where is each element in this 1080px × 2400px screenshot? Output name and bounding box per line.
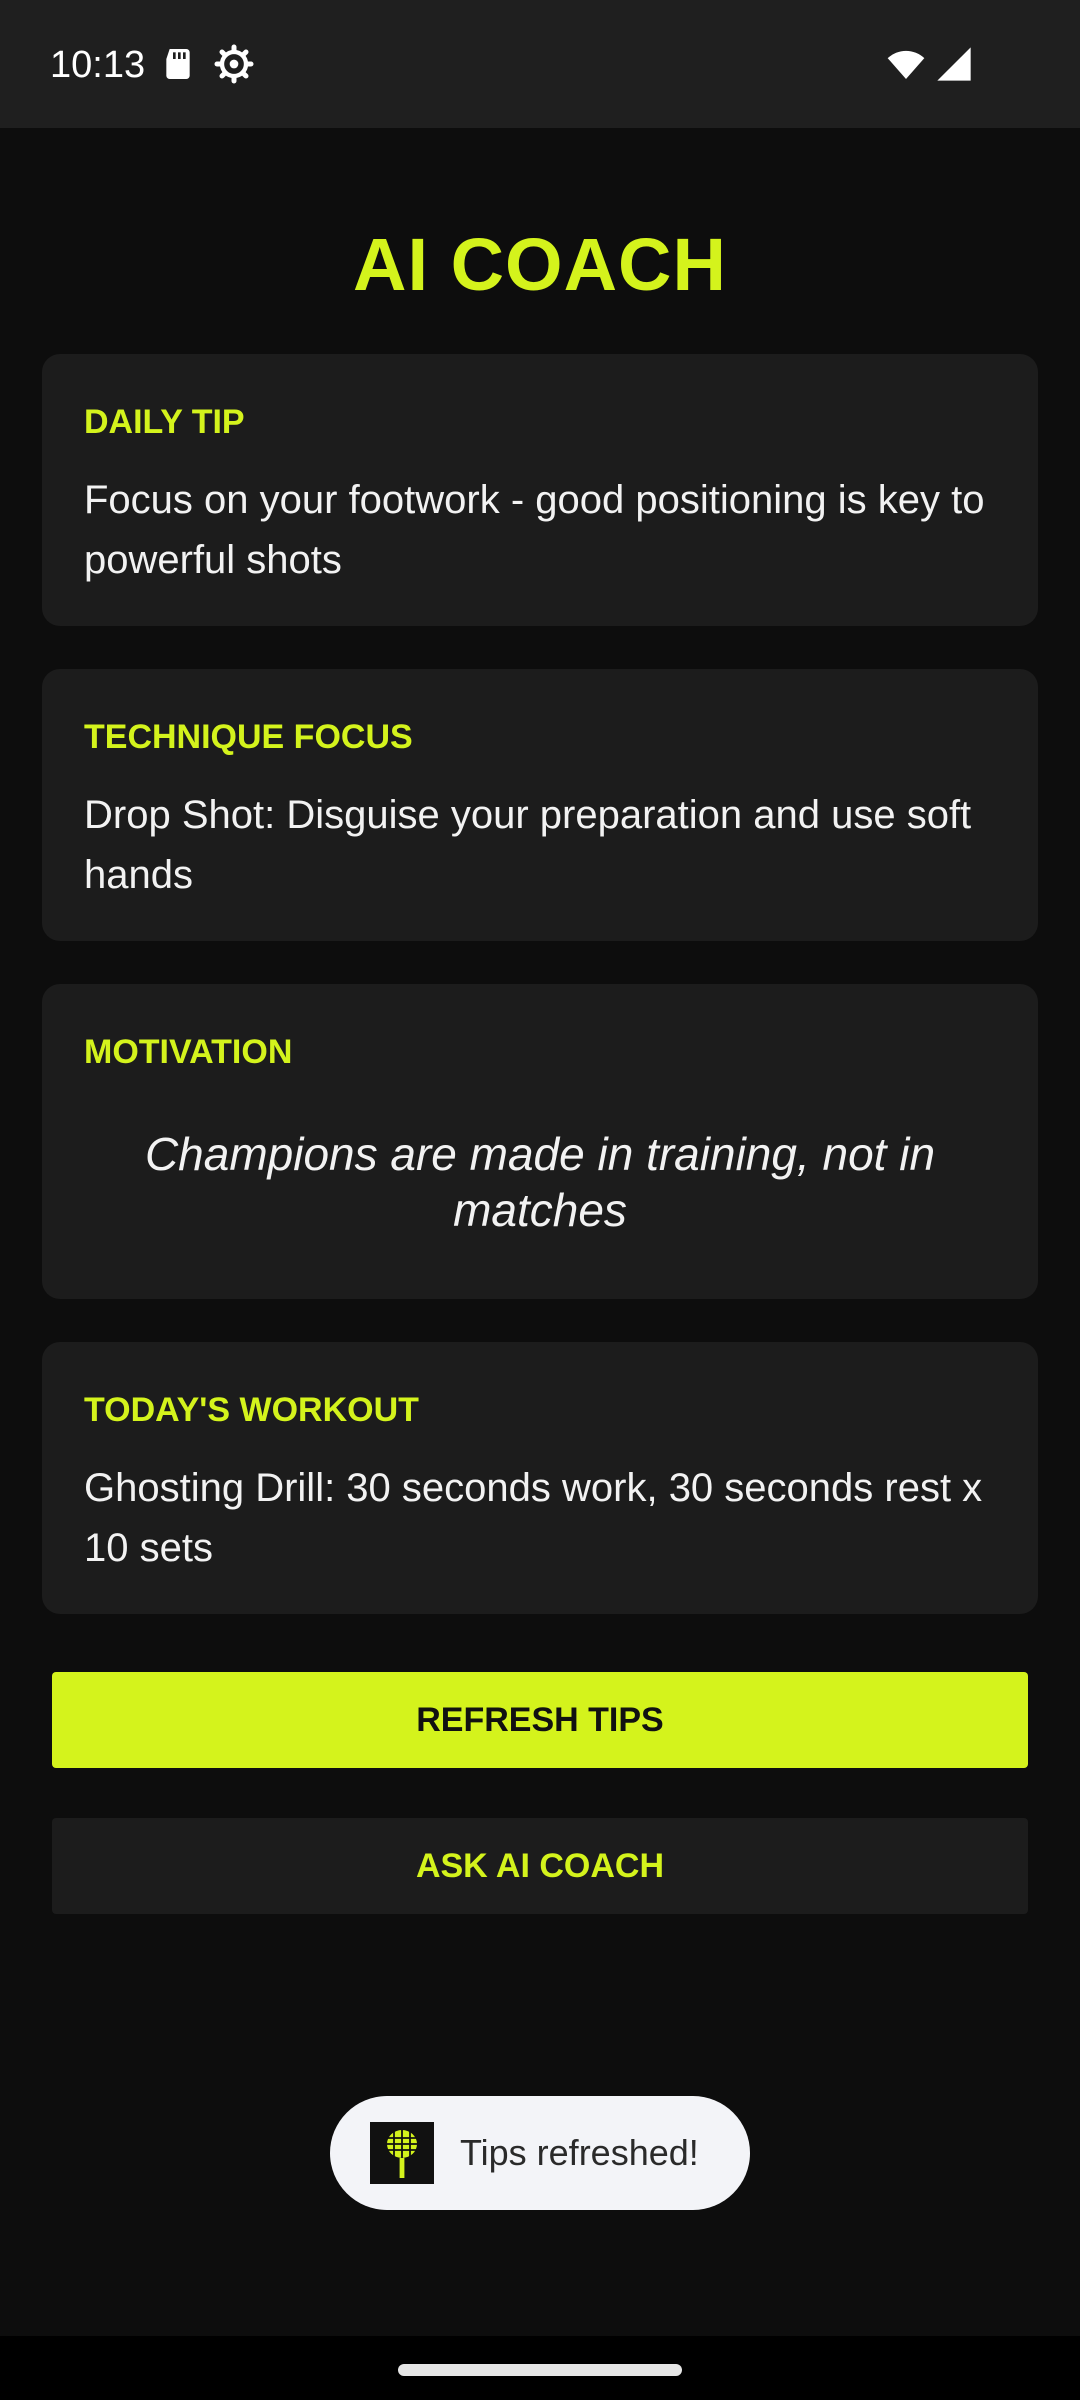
- technique-focus-heading: TECHNIQUE FOCUS: [84, 718, 413, 756]
- daily-tip-card: DAILY TIP Focus on your footwork - good …: [42, 354, 1038, 626]
- status-time: 10:13: [50, 44, 146, 86]
- home-gesture-handle[interactable]: [398, 2364, 682, 2376]
- motivation-quote: Champions are made in training, not in m…: [144, 1128, 936, 1236]
- toast: Tips refreshed!: [330, 2096, 750, 2210]
- technique-focus-text: Drop Shot: Disguise your preparation and…: [84, 793, 972, 897]
- signal-icon: [937, 47, 971, 81]
- page-title: AI COACH: [353, 223, 727, 306]
- todays-workout-card: TODAY'S WORKOUT Ghosting Drill: 30 secon…: [42, 1342, 1038, 1614]
- wifi-icon: [887, 50, 925, 79]
- status-bar: 10:13: [0, 0, 1080, 128]
- todays-workout-text: Ghosting Drill: 30 seconds work, 30 seco…: [84, 1466, 983, 1570]
- motivation-card: MOTIVATION Champions are made in trainin…: [42, 984, 1038, 1299]
- todays-workout-heading: TODAY'S WORKOUT: [84, 1391, 419, 1429]
- racket-app-icon: [370, 2122, 434, 2184]
- refresh-tips-button[interactable]: REFRESH TIPS: [52, 1672, 1028, 1768]
- technique-focus-card: TECHNIQUE FOCUS Drop Shot: Disguise your…: [42, 669, 1038, 941]
- toast-message: Tips refreshed!: [460, 2132, 699, 2173]
- daily-tip-text: Focus on your footwork - good positionin…: [84, 478, 985, 582]
- sd-card-icon: [166, 49, 190, 79]
- screen: 10:13 AI COACH DAILY TIP Focus on your f…: [0, 0, 1080, 2400]
- settings-icon: [214, 44, 254, 84]
- motivation-heading: MOTIVATION: [84, 1033, 293, 1071]
- daily-tip-heading: DAILY TIP: [84, 403, 245, 441]
- ask-ai-coach-button[interactable]: ASK AI COACH: [52, 1818, 1028, 1914]
